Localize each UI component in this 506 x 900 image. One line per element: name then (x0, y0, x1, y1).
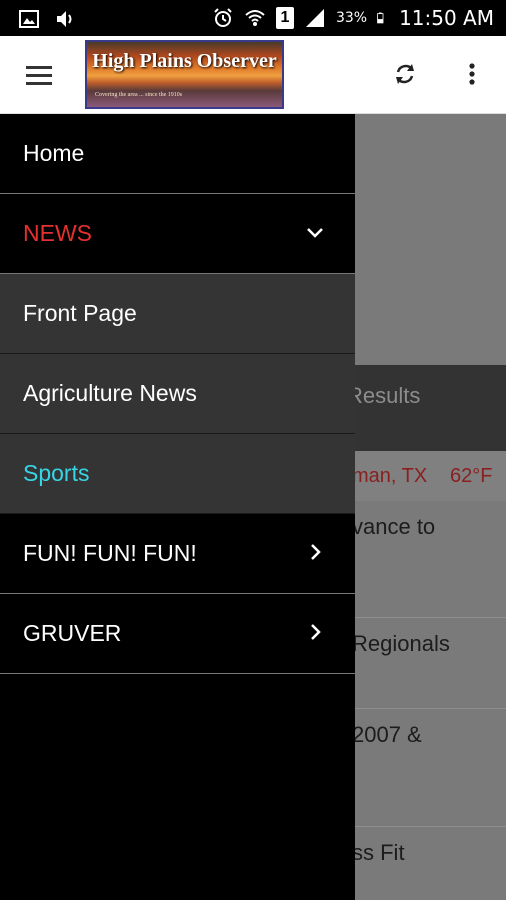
alarm-icon (214, 8, 232, 27)
battery-percent: 33% (335, 10, 368, 26)
app-bar: High Plains Observer Covering the area .… (0, 36, 506, 114)
status-bar: 1 33% 11:50 AM (0, 0, 506, 36)
battery-icon (377, 12, 384, 24)
chevron-right-icon (311, 544, 321, 560)
app-logo[interactable]: High Plains Observer Covering the area .… (85, 40, 284, 109)
sim-icon: 1 (275, 7, 294, 29)
nav-item-label: Home (23, 140, 85, 166)
nav-item-front-page[interactable]: Front Page (0, 274, 355, 354)
nav-item-news[interactable]: NEWS (0, 194, 355, 274)
nav-item-label: GRUVER (23, 620, 122, 646)
nav-item-label: Sports (23, 460, 90, 486)
menu-icon[interactable] (26, 66, 52, 86)
sim-label: 1 (280, 9, 290, 26)
logo-tagline: Covering the area ... since the 1910s (95, 92, 183, 98)
chevron-down-icon (307, 228, 323, 238)
nav-item-fun[interactable]: FUN! FUN! FUN! (0, 514, 355, 594)
logo-title: High Plains Observer (92, 50, 277, 72)
story-headline: Regionals (355, 631, 450, 656)
story-headline: vance to (355, 514, 436, 539)
wifi-icon (245, 10, 265, 26)
more-vertical-icon[interactable] (464, 60, 480, 88)
nav-item-label: NEWS (23, 220, 92, 246)
refresh-icon[interactable] (391, 60, 419, 88)
story-headline: ss Fit (355, 840, 405, 865)
nav-item-sports[interactable]: Sports (0, 434, 355, 514)
results-tab-label: Results (355, 383, 421, 408)
weather-temp: 62°F (450, 465, 493, 487)
story-divider (355, 617, 506, 618)
nav-item-label: Agriculture News (23, 380, 197, 406)
story-divider (355, 708, 506, 709)
weather-location: man, TX (355, 465, 428, 487)
chevron-right-icon (311, 624, 321, 640)
nav-item-home[interactable]: Home (0, 114, 355, 194)
nav-item-agriculture-news[interactable]: Agriculture News (0, 354, 355, 434)
nav-item-label: Front Page (23, 300, 137, 326)
signal-icon (305, 9, 324, 27)
weather-bar: man, TX 62°F (355, 451, 506, 501)
navigation-drawer: Home NEWS Front Page Agriculture News Sp… (0, 114, 355, 900)
nav-item-gruver[interactable]: GRUVER (0, 594, 355, 674)
clock: 11:50 AM (399, 6, 494, 30)
image-icon (19, 10, 39, 28)
results-tab: Results (355, 365, 506, 451)
volume-icon (57, 11, 72, 27)
background-page: Results man, TX 62°F vance to Regionals … (355, 114, 506, 900)
story-headline: 2007 & (355, 722, 422, 747)
story-divider (355, 826, 506, 827)
nav-item-label: FUN! FUN! FUN! (23, 540, 197, 566)
